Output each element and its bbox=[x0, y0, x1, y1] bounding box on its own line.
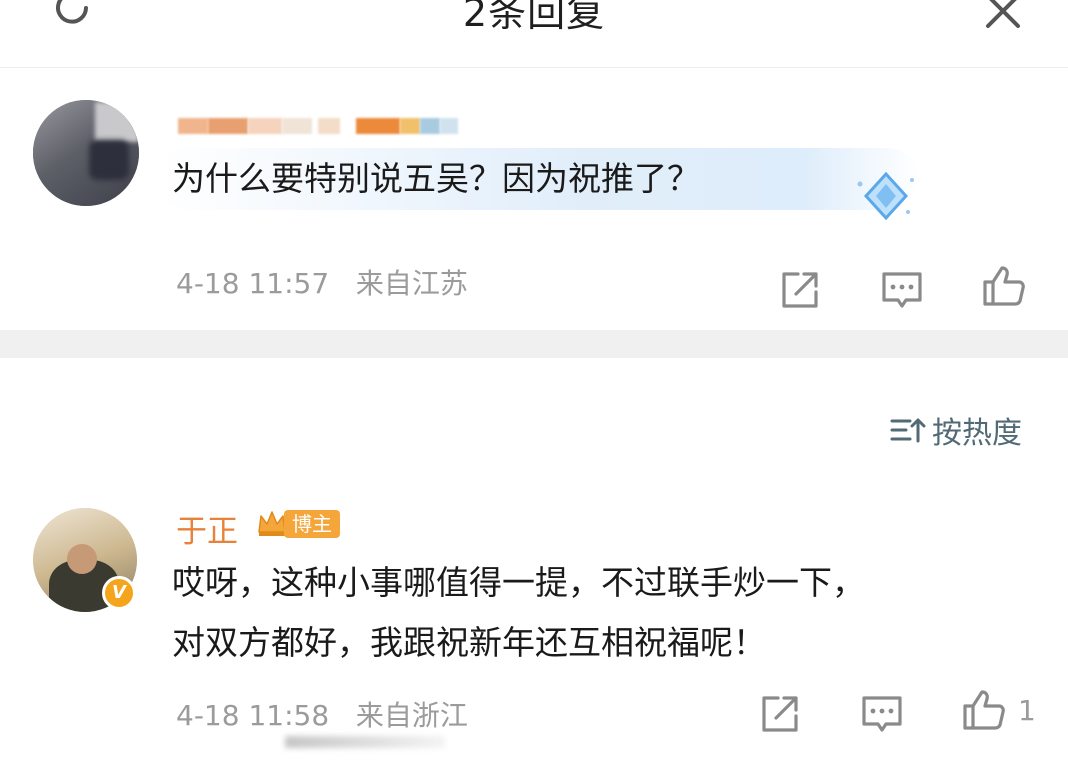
page-title: 2条回复 bbox=[462, 0, 606, 35]
share-icon[interactable] bbox=[776, 266, 824, 314]
location: 来自江苏 bbox=[355, 267, 468, 300]
close-icon[interactable] bbox=[982, 0, 1024, 32]
image-smudge bbox=[285, 736, 445, 748]
comment-meta: 4-18 11:57 来自江苏 bbox=[176, 262, 468, 302]
avatar[interactable] bbox=[33, 100, 139, 206]
sort-label: 按热度 bbox=[932, 416, 1022, 451]
like-icon[interactable] bbox=[980, 262, 1028, 310]
header: 2条回复 bbox=[0, 0, 1068, 68]
location: 来自浙江 bbox=[355, 699, 468, 732]
reply-panel: 2条回复 为什么要特别说五吴？因为祝推了？ 4-18 11:57 来自江苏 按热… bbox=[0, 0, 1068, 763]
verified-badge-icon: V bbox=[102, 576, 136, 610]
comment-text: 为什么要特别说五吴？因为祝推了？ bbox=[172, 159, 700, 198]
username-blurred bbox=[178, 118, 458, 136]
like-icon[interactable] bbox=[960, 686, 1008, 734]
author-name[interactable]: 于正 bbox=[176, 506, 238, 551]
reply-comment: V 于正 博主 哎呀，这种小事哪值得一提，不过联手炒一下， 对双方都好，我跟祝新… bbox=[0, 470, 1068, 763]
role-badge: 博主 bbox=[284, 510, 340, 538]
sort-icon bbox=[890, 418, 926, 443]
like-count: 1 bbox=[1018, 694, 1036, 727]
comment-icon[interactable] bbox=[858, 690, 906, 738]
comment-text-line1: 哎呀，这种小事哪值得一提，不过联手炒一下， bbox=[172, 563, 865, 602]
comment-icon[interactable] bbox=[878, 266, 926, 314]
timestamp: 4-18 11:57 bbox=[176, 267, 330, 300]
diamond-icon bbox=[857, 171, 914, 221]
comment-text-line2: 对双方都好，我跟祝新年还互相祝福呢！ bbox=[172, 623, 766, 662]
section-divider bbox=[0, 330, 1068, 358]
comment-meta: 4-18 11:58 来自浙江 bbox=[176, 694, 468, 734]
reply-comment: 为什么要特别说五吴？因为祝推了？ 4-18 11:57 来自江苏 bbox=[0, 68, 1068, 330]
share-icon[interactable] bbox=[756, 690, 804, 738]
timestamp: 4-18 11:58 bbox=[176, 699, 330, 732]
sort-button[interactable]: 按热度 bbox=[890, 410, 1022, 451]
